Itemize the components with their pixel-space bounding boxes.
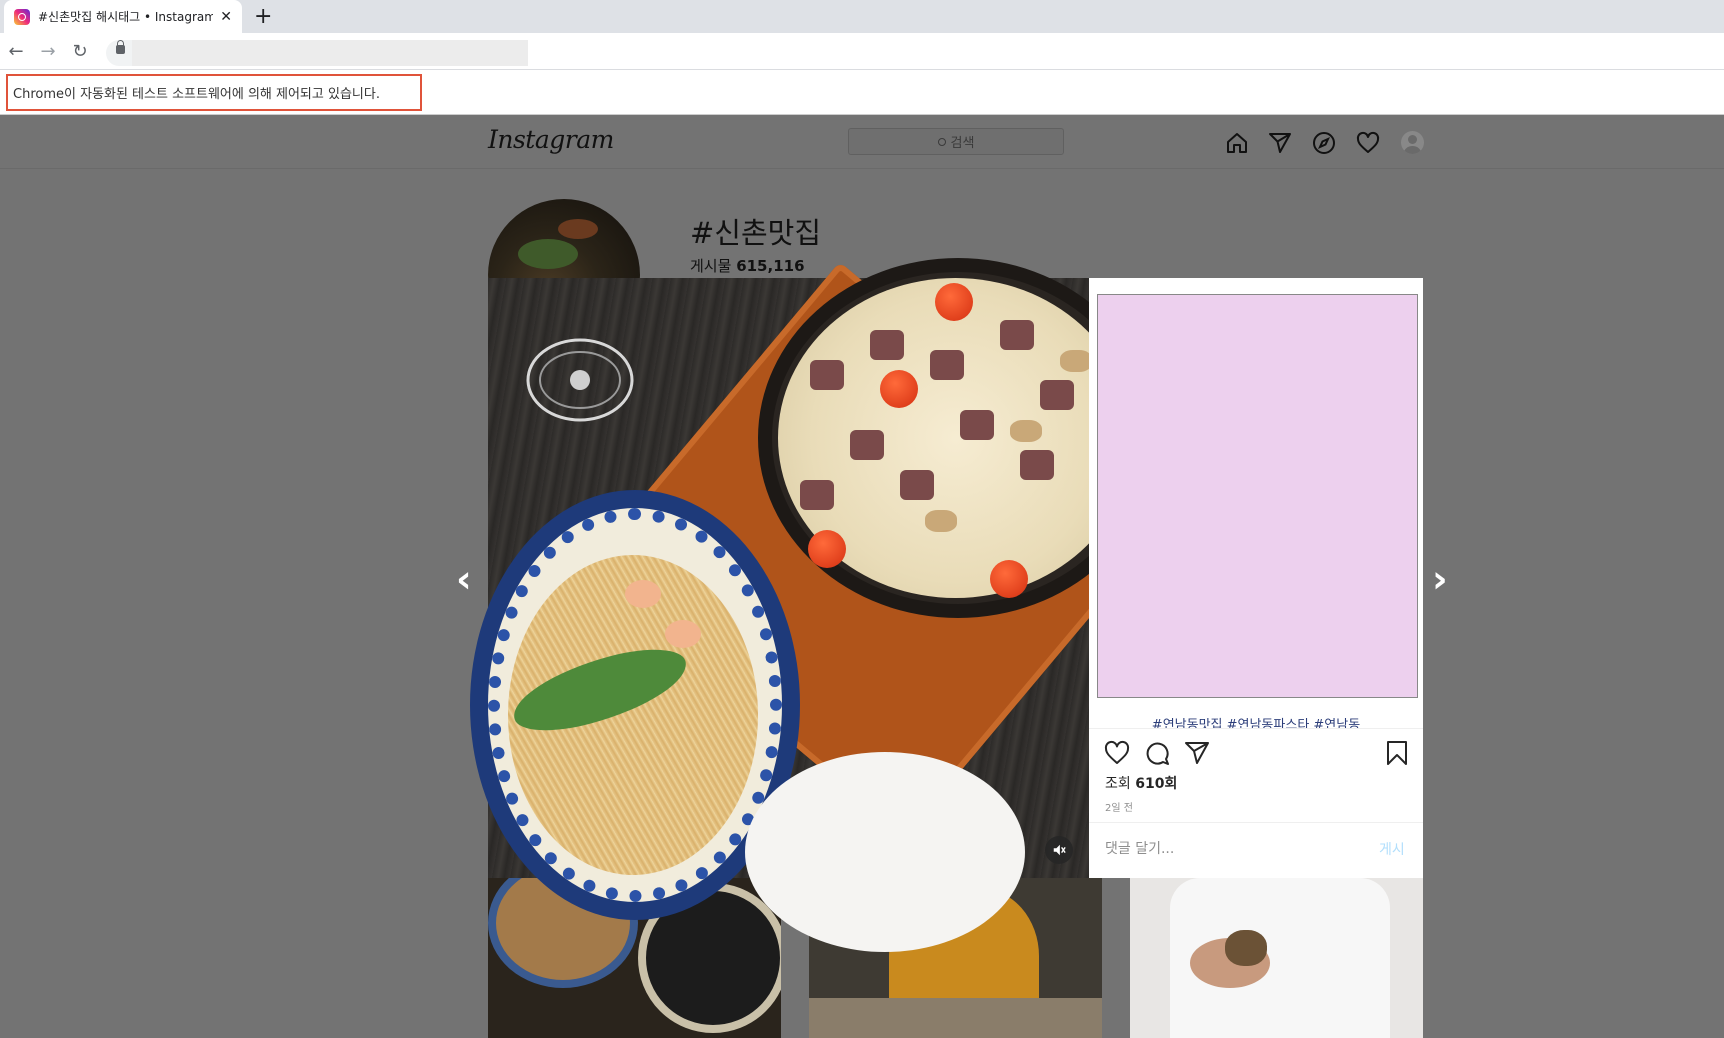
- address-bar-url[interactable]: [132, 40, 528, 66]
- post-comment-button[interactable]: 게시: [1379, 839, 1405, 859]
- post-time[interactable]: 2일 전: [1105, 799, 1133, 814]
- home-icon[interactable]: [1225, 131, 1249, 155]
- post-count: 게시물 615,116: [690, 255, 805, 276]
- post-count-value: 615,116: [736, 257, 805, 275]
- comment-input[interactable]: [1105, 838, 1345, 860]
- divider: [1089, 822, 1423, 823]
- wine-glass: [526, 338, 634, 422]
- tab-close-icon[interactable]: ✕: [220, 9, 232, 25]
- reload-icon[interactable]: ↻: [70, 41, 90, 62]
- like-heart-icon[interactable]: [1104, 740, 1130, 766]
- caption-area: [1097, 294, 1418, 698]
- view-count-value: 610회: [1135, 776, 1178, 792]
- next-post-arrow-icon[interactable]: ›: [1432, 560, 1448, 598]
- new-tab-button[interactable]: +: [254, 4, 272, 29]
- back-arrow-icon[interactable]: ←: [6, 41, 26, 62]
- forward-arrow-icon[interactable]: →: [38, 41, 58, 62]
- direct-icon[interactable]: [1268, 131, 1292, 155]
- automation-notice-text: Chrome이 자동화된 테스트 소프트웨어에 의해 제어되고 있습니다.: [13, 87, 380, 102]
- divider: [1089, 728, 1423, 729]
- automation-notice: Chrome이 자동화된 테스트 소프트웨어에 의해 제어되고 있습니다.: [6, 74, 422, 111]
- search-placeholder: 검색: [950, 136, 975, 151]
- view-count: 조회 610회: [1105, 773, 1177, 793]
- post-count-label: 게시물: [690, 257, 732, 275]
- empty-plate: [745, 752, 1025, 952]
- caption-hashtags[interactable]: #연남동맛집 #연남동파스타 #연남동: [1089, 714, 1423, 728]
- lock-icon[interactable]: [116, 40, 125, 54]
- bookmark-icon[interactable]: [1384, 740, 1410, 766]
- hashtag-title: #신촌맛집: [690, 216, 822, 250]
- view-count-label: 조회: [1105, 776, 1131, 792]
- profile-avatar[interactable]: [1401, 131, 1424, 154]
- explore-icon[interactable]: [1312, 131, 1336, 155]
- comment-icon[interactable]: [1144, 740, 1170, 766]
- browser-tab[interactable]: #신촌맛집 해시태그 • Instagram ✕: [4, 0, 242, 33]
- search-icon: [937, 137, 946, 146]
- instagram-logo[interactable]: Instagram: [488, 125, 614, 154]
- automation-infobar: Chrome이 자동화된 테스트 소프트웨어에 의해 제어되고 있습니다.: [0, 70, 1724, 115]
- share-icon[interactable]: [1184, 740, 1210, 766]
- tab-title: #신촌맛집 해시태그 • Instagram: [38, 10, 213, 24]
- activity-heart-icon[interactable]: [1356, 131, 1380, 155]
- previous-post-arrow-icon[interactable]: ‹: [456, 560, 472, 598]
- tab-strip: #신촌맛집 해시태그 • Instagram ✕ +: [0, 0, 1724, 33]
- post-thumbnail[interactable]: [1130, 878, 1423, 1038]
- instagram-favicon-icon: [14, 8, 30, 25]
- search-input[interactable]: 검색: [848, 128, 1064, 155]
- mute-icon[interactable]: [1045, 836, 1073, 864]
